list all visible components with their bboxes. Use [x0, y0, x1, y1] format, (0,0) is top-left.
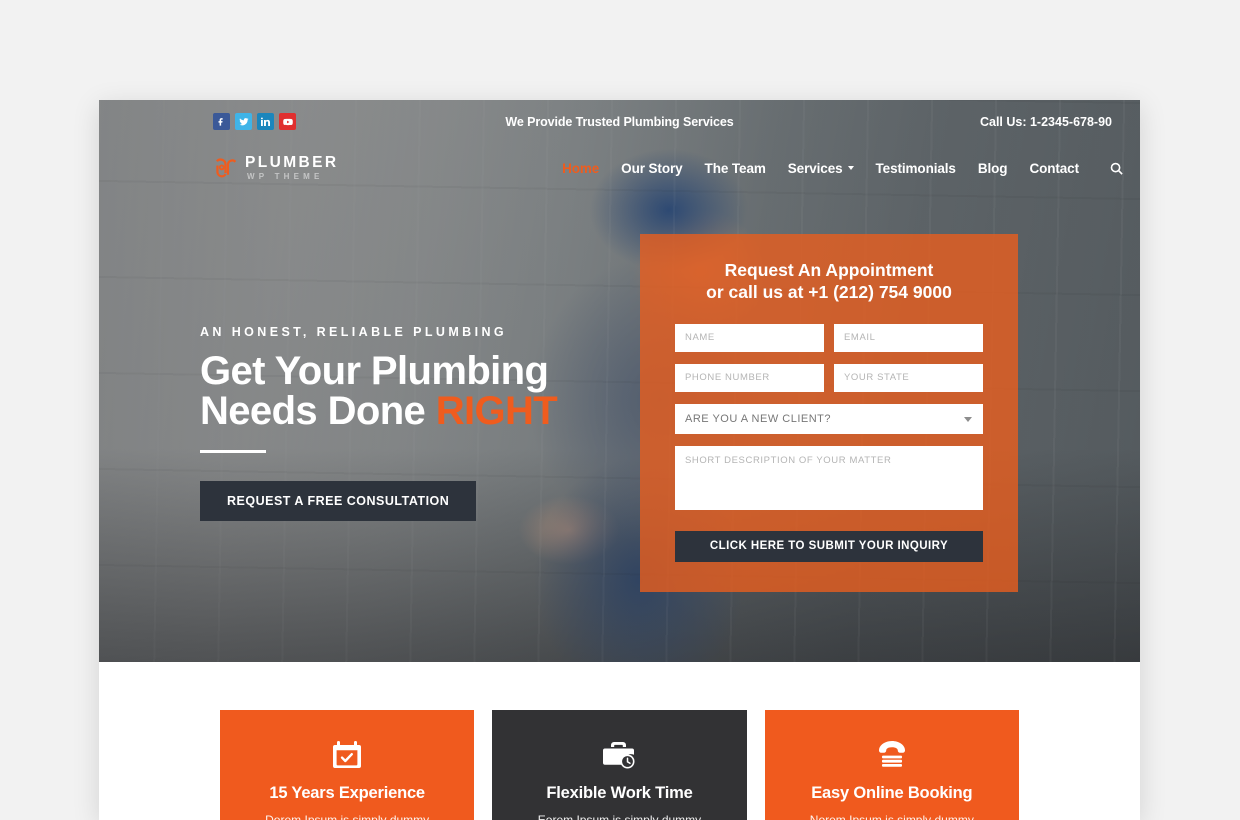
new-client-select-wrapper: ARE YOU A NEW CLIENT?	[675, 403, 983, 434]
logo-name: PLUMBER	[245, 154, 339, 172]
feature-card-text: Norem Ipsum is simply dummy	[809, 813, 974, 820]
appointment-form: ARE YOU A NEW CLIENT? CLICK HERE TO SUBM…	[675, 323, 983, 562]
your-state-input[interactable]	[834, 363, 983, 392]
nav-item-blog-label: Blog	[977, 160, 1008, 176]
nav-item-home-label: Home	[562, 160, 600, 176]
nav-item-services-label: Services	[787, 160, 843, 176]
hero-headline-accent: RIGHT	[435, 389, 558, 433]
request-free-consultation-button[interactable]: REQUEST A FREE CONSULTATION	[200, 481, 477, 521]
nav-item-blog[interactable]: Blog	[978, 161, 1008, 176]
feature-card-experience[interactable]: 15 Years Experience Dorem Ipsum is simpl…	[220, 710, 475, 820]
nav-item-testimonials-label: Testimonials	[875, 160, 956, 176]
hero-divider	[200, 450, 266, 453]
calendar-check-icon	[238, 737, 456, 771]
search-icon[interactable]	[1109, 161, 1124, 176]
top-bar: We Provide Trusted Plumbing Services Cal…	[99, 100, 1140, 143]
twitter-icon[interactable]	[235, 113, 252, 130]
appointment-title-line2: or call us at +1 (212) 754 9000	[706, 282, 952, 303]
social-links	[213, 113, 296, 130]
youtube-icon[interactable]	[279, 113, 296, 130]
nav-item-services[interactable]: Services	[788, 161, 854, 176]
feature-card-text: Dorem Ipsum is simply dummy	[265, 813, 430, 820]
logo-subtitle: WP THEME	[247, 171, 324, 181]
hero-content: AN HONEST, RELIABLE PLUMBING Get Your Pl…	[200, 325, 670, 521]
hero-headline: Get Your Plumbing Needs Done RIGHT	[200, 351, 670, 431]
name-input[interactable]	[675, 323, 824, 352]
site-logo[interactable]: PLUMBER WP THEME	[213, 155, 338, 181]
nav-item-our-story-label: Our Story	[621, 160, 683, 176]
main-navigation-bar: PLUMBER WP THEME Home Our Story The Team…	[99, 143, 1140, 193]
new-client-select[interactable]: ARE YOU A NEW CLIENT?	[675, 403, 983, 434]
nav-item-the-team[interactable]: The Team	[705, 161, 766, 176]
email-input[interactable]	[834, 323, 983, 352]
hero-headline-line1: Get Your Plumbing	[200, 349, 549, 393]
features-row: 15 Years Experience Dorem Ipsum is simpl…	[99, 710, 1140, 820]
feature-card-work-time[interactable]: Flexible Work Time Eorem Ipsum is simply…	[492, 710, 747, 820]
nav-item-testimonials[interactable]: Testimonials	[876, 161, 956, 176]
hero-section: We Provide Trusted Plumbing Services Cal…	[99, 100, 1140, 662]
feature-card-online-booking[interactable]: Easy Online Booking Norem Ipsum is simpl…	[764, 710, 1019, 820]
chevron-down-icon	[847, 166, 854, 170]
briefcase-clock-icon	[510, 737, 728, 771]
features-section: 15 Years Experience Dorem Ipsum is simpl…	[99, 662, 1140, 820]
hero-headline-line2: Needs Done	[200, 389, 436, 433]
nav-item-contact[interactable]: Contact	[1029, 161, 1079, 176]
logo-text: PLUMBER WP THEME	[245, 155, 338, 181]
feature-card-title: 15 Years Experience	[269, 784, 425, 802]
phone-number-input[interactable]	[675, 363, 824, 392]
description-textarea[interactable]	[675, 445, 983, 510]
top-bar-phone[interactable]: Call Us: 1-2345-678-90	[980, 115, 1112, 129]
feature-card-title: Flexible Work Time	[546, 784, 693, 802]
nav-menu: Home Our Story The Team Services Testimo…	[562, 161, 1124, 176]
appointment-form-panel: Request An Appointment or call us at +1 …	[640, 234, 1018, 592]
form-row-2	[675, 363, 983, 392]
facebook-icon[interactable]	[213, 113, 230, 130]
nav-item-our-story[interactable]: Our Story	[621, 161, 682, 176]
feature-card-title: Easy Online Booking	[811, 784, 973, 802]
appointment-title-line1: Request An Appointment	[724, 260, 934, 280]
hero-eyebrow: AN HONEST, RELIABLE PLUMBING	[200, 325, 508, 339]
submit-inquiry-button[interactable]: CLICK HERE TO SUBMIT YOUR INQUIRY	[675, 530, 983, 562]
feature-card-text: Eorem Ipsum is simply dummy	[537, 813, 702, 820]
appointment-title: Request An Appointment or call us at +1 …	[675, 259, 983, 304]
linkedin-icon[interactable]	[257, 113, 274, 130]
logo-mark-icon	[215, 158, 237, 178]
nav-item-contact-label: Contact	[1029, 160, 1079, 176]
website-preview-frame: We Provide Trusted Plumbing Services Cal…	[99, 100, 1140, 820]
telephone-icon	[783, 737, 1001, 771]
nav-item-the-team-label: The Team	[704, 160, 766, 176]
form-row-1	[675, 323, 983, 352]
nav-item-home[interactable]: Home	[562, 161, 599, 176]
